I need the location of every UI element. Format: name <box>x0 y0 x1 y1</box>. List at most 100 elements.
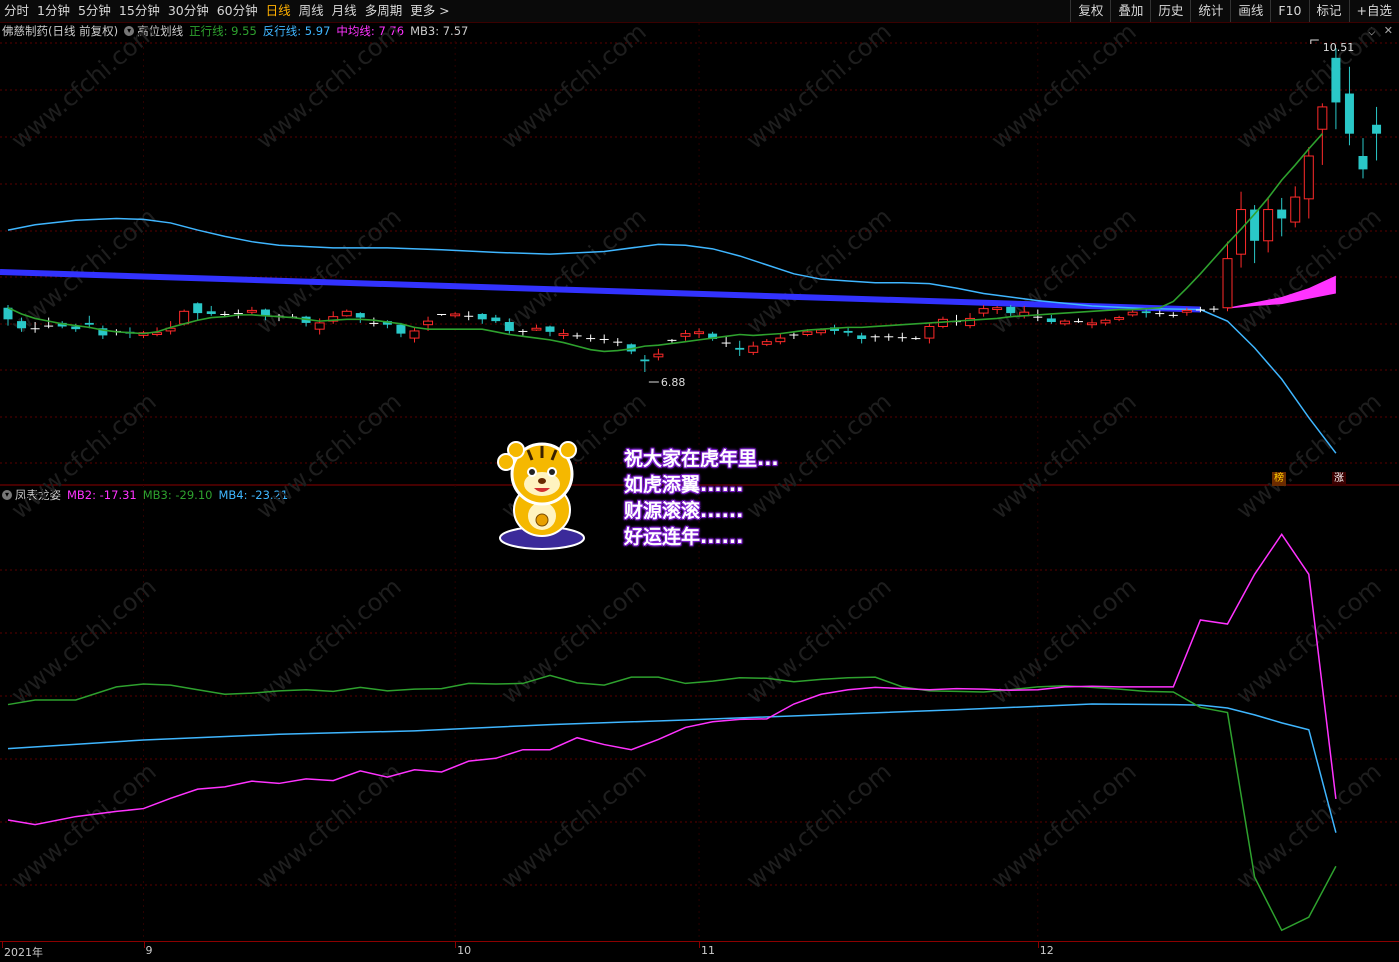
candle-body <box>437 313 447 315</box>
candle-body <box>748 345 759 353</box>
candle-body <box>1087 322 1097 326</box>
candle-body <box>518 330 528 332</box>
candle-body <box>84 322 94 325</box>
candle-body <box>1181 309 1192 313</box>
candle-body <box>220 313 230 315</box>
candle-body <box>1114 317 1125 320</box>
candle-body <box>558 333 569 336</box>
date-axis-tick <box>455 942 457 948</box>
candle-body <box>721 342 731 344</box>
greeting-line: 祝大家在虎年里... <box>624 448 779 470</box>
candle-body <box>423 320 434 326</box>
candle-body <box>613 341 623 343</box>
candle-body <box>1006 306 1016 314</box>
candle-body <box>761 341 772 345</box>
date-axis: 2021年 9 10 11 12 <box>0 941 1399 962</box>
candle-body <box>572 335 582 337</box>
candle-body <box>1046 318 1056 323</box>
candle-body <box>1222 258 1233 309</box>
watermark-text: www.cfchi.com <box>986 757 1142 894</box>
candle-body <box>1263 209 1274 242</box>
date-axis-tick <box>2 942 3 948</box>
low-price-label: 6.88 <box>661 376 686 389</box>
tiger-mascot <box>496 440 588 550</box>
candle-body <box>396 324 406 334</box>
date-axis-label: 12 <box>1039 944 1054 957</box>
candle-body <box>1033 316 1043 318</box>
watermark-text: www.cfchi.com <box>1231 17 1387 154</box>
candle-body <box>1168 314 1178 316</box>
candle-body <box>369 322 379 324</box>
candle-body <box>870 336 880 338</box>
candle-body <box>735 347 745 350</box>
greeting-line: 好运连年...... <box>624 526 744 548</box>
watermark-text: www.cfchi.com <box>6 387 162 524</box>
candle-body <box>694 331 705 335</box>
candle-body <box>1155 313 1165 315</box>
candle-body <box>897 337 907 339</box>
candle-body <box>802 331 813 336</box>
candle-body <box>531 327 542 331</box>
candle-body <box>1303 155 1314 200</box>
candle-body <box>1331 57 1341 103</box>
fan-line <box>7 217 1337 454</box>
candle-body <box>1290 196 1301 223</box>
candle-body <box>653 353 664 358</box>
watermark-text: www.cfchi.com <box>496 757 652 894</box>
candle-body <box>246 309 257 313</box>
mb4-line <box>7 703 1337 833</box>
candle-body <box>992 307 1003 311</box>
candle-body <box>193 303 203 314</box>
watermark-text: www.cfchi.com <box>251 387 407 524</box>
watermark-text: www.cfchi.com <box>986 17 1142 154</box>
candle-body <box>911 338 921 340</box>
watermark-text: www.cfchi.com <box>741 572 897 709</box>
candle-body <box>843 330 853 333</box>
candle-body <box>450 313 461 317</box>
watermark-text: www.cfchi.com <box>6 757 162 894</box>
watermark-text: www.cfchi.com <box>496 202 652 339</box>
date-axis-tick <box>1037 942 1039 948</box>
greeting-line: 财源滚滚...... <box>624 500 744 522</box>
candle-body <box>409 330 420 339</box>
watermark-text: www.cfchi.com <box>6 572 162 709</box>
candle-body <box>1073 321 1083 323</box>
candle-body <box>775 337 786 343</box>
candle-body <box>504 322 514 331</box>
new-year-greeting: 祝大家在虎年里... 如虎添翼...... 财源滚滚...... 好运连年...… <box>624 446 779 550</box>
candle-body <box>1317 106 1328 130</box>
candle-body <box>680 333 691 337</box>
candle-body <box>816 329 826 334</box>
candle-body <box>314 322 325 330</box>
candle-body <box>206 311 216 314</box>
rank-badge[interactable]: 榜 <box>1272 472 1286 486</box>
candle-body <box>44 325 54 327</box>
candle-body <box>464 315 474 317</box>
candle-body <box>857 335 867 339</box>
watermark-text: www.cfchi.com <box>496 572 652 709</box>
watermark-text: www.cfchi.com <box>6 17 162 154</box>
candle-body <box>491 317 501 322</box>
candle-body <box>1059 320 1070 325</box>
candle-body <box>1277 209 1287 219</box>
date-axis-tick <box>143 942 145 948</box>
candle-body <box>233 313 243 315</box>
date-axis-label: 9 <box>145 944 153 957</box>
watermark-text: www.cfchi.com <box>251 757 407 894</box>
candle-body <box>789 334 799 336</box>
candle-body <box>477 313 487 320</box>
candle-body <box>341 310 352 317</box>
candle-body <box>545 326 555 332</box>
rise-badge[interactable]: 涨 <box>1332 472 1346 486</box>
watermark-text: www.cfchi.com <box>1231 572 1387 709</box>
watermark-text: www.cfchi.com <box>741 17 897 154</box>
candle-body <box>1141 311 1151 314</box>
candle-body <box>640 359 650 362</box>
candle-body <box>17 321 27 329</box>
watermark-text: www.cfchi.com <box>496 17 652 154</box>
watermark-text: www.cfchi.com <box>251 572 407 709</box>
candle-body <box>1195 309 1205 311</box>
high-price-label: 10.51 <box>1323 41 1355 54</box>
candle-body <box>179 310 190 325</box>
watermark-text: www.cfchi.com <box>251 17 407 154</box>
